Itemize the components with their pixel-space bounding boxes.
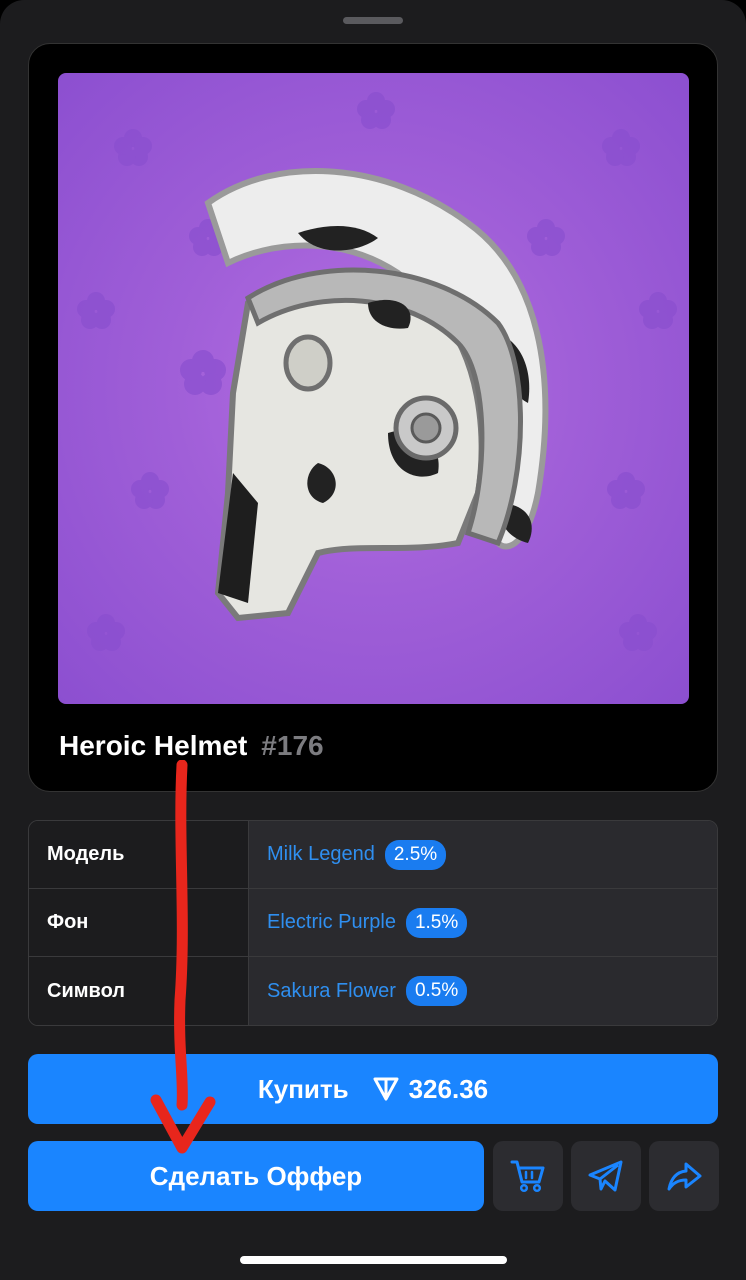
attribute-value-cell: Sakura Flower 0.5% [249,957,717,1025]
helmet-illustration [77,92,677,651]
gift-number: #176 [261,730,324,761]
share-icon [667,1162,702,1191]
attribute-value-link[interactable]: Electric Purple [267,911,396,934]
attribute-row-model: Модель Milk Legend 2.5% [29,821,717,889]
buy-label: Купить [257,1073,349,1104]
attribute-row-symbol: Символ Sakura Flower 0.5% [29,957,717,1025]
gift-title-row: Heroic Helmet #176 [59,730,324,762]
price: 326.36 [373,1073,489,1105]
gift-title: Heroic Helmet [59,730,248,761]
attribute-key: Символ [29,957,249,1025]
make-offer-button[interactable]: Сделать Оффер [28,1141,484,1211]
attributes-table: Модель Milk Legend 2.5% Фон Electric Pur… [28,820,718,1026]
gift-image [58,73,689,704]
buy-button[interactable]: Купить 326.36 [28,1054,718,1124]
attribute-value-cell: Milk Legend 2.5% [249,821,717,888]
cart-icon [510,1160,545,1193]
rarity-badge: 1.5% [405,907,468,938]
home-indicator [240,1256,507,1264]
telegram-send-icon [588,1160,623,1192]
attribute-value-link[interactable]: Sakura Flower [267,980,396,1003]
attribute-key: Фон [29,889,249,956]
bottom-sheet: Heroic Helmet #176 Модель Milk Legend 2.… [0,0,746,1280]
sheet-grabber[interactable] [343,17,403,24]
attribute-value-cell: Electric Purple 1.5% [249,889,717,956]
attribute-row-background: Фон Electric Purple 1.5% [29,889,717,957]
attribute-value-link[interactable]: Milk Legend [267,843,375,866]
ton-icon [373,1077,399,1101]
offer-label: Сделать Оффер [149,1160,363,1191]
price-value: 326.36 [408,1073,489,1104]
rarity-badge: 2.5% [384,839,447,870]
cart-button[interactable] [493,1141,563,1211]
send-gift-button[interactable] [571,1141,641,1211]
share-button[interactable] [649,1141,719,1211]
attribute-key: Модель [29,821,249,888]
gift-card: Heroic Helmet #176 [28,43,718,792]
rarity-badge: 0.5% [405,976,468,1006]
